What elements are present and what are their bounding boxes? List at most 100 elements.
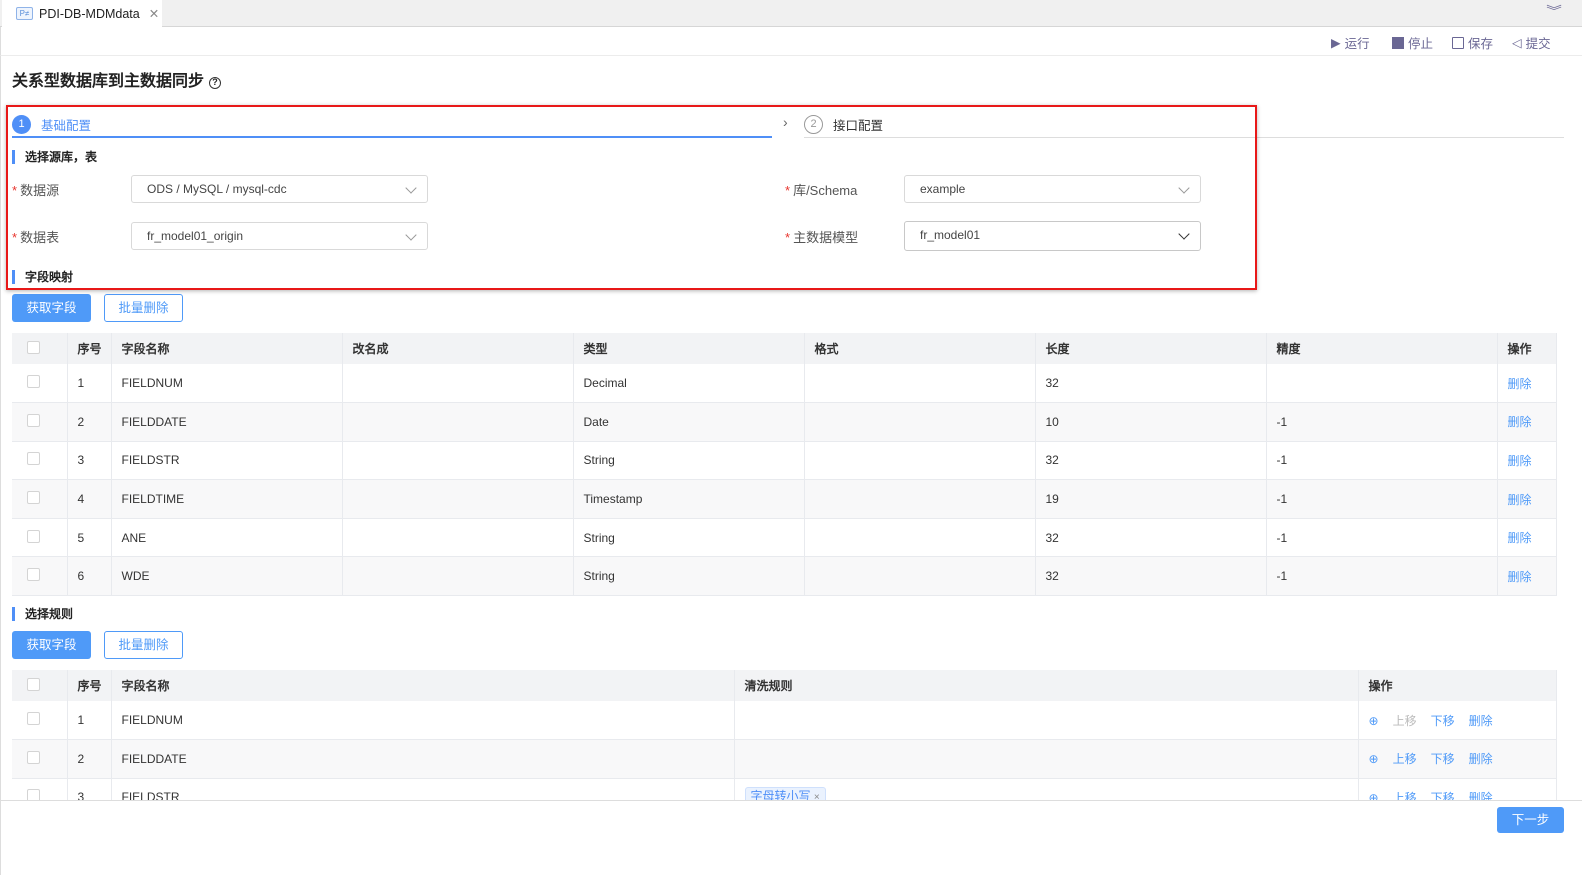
rename-cell[interactable] [342,364,574,404]
row-number: 6 [67,556,112,597]
select-all-checkbox[interactable] [27,340,40,354]
rename-cell[interactable] [342,402,574,442]
delete-link[interactable]: 删除 [1508,570,1532,584]
model-label: * 主数据模型 [785,230,859,245]
add-circle-icon[interactable]: ⊕ [1369,791,1379,800]
format-cell [804,556,1036,597]
batch-delete-button[interactable]: 批量删除 [104,631,183,659]
row-checkbox[interactable] [27,491,40,505]
table-row: 4 FIELDTIME Timestamp 19 -1 删除 [12,479,1557,519]
row-checkbox[interactable] [27,375,40,389]
stop-icon [1392,36,1404,49]
footer-bar: 下一步 [0,800,1582,875]
rename-cell[interactable] [342,441,574,481]
close-icon[interactable]: ✕ [149,6,159,21]
stop-label: 停止 [1408,37,1434,51]
precision-cell: -1 [1266,441,1498,481]
table-row: 3 FIELDSTR 字母转小写 × ⊕ 上移 下移 删除 [12,778,1557,800]
row-number: 1 [67,701,112,741]
run-button[interactable]: ▶ 运行 [1331,33,1370,52]
column-header: 序号 [67,670,112,701]
move-down-link[interactable]: 下移 [1431,752,1455,766]
delete-link[interactable]: 删除 [1469,791,1493,800]
delete-link[interactable]: 删除 [1508,493,1532,507]
row-number: 3 [67,778,112,800]
delete-link[interactable]: 删除 [1469,752,1493,766]
rename-cell[interactable] [342,556,574,597]
fetch-fields-button[interactable]: 获取字段 [12,631,91,659]
save-button[interactable]: 保存 [1452,33,1493,52]
stop-button[interactable]: 停止 [1392,33,1433,52]
row-checkbox[interactable] [27,529,40,543]
table-row: 1 FIELDNUM Decimal 32 删除 [12,364,1557,404]
select-all-checkbox[interactable] [27,677,40,691]
length-cell: 32 [1035,441,1267,481]
mapping-table: 序号 字段名称 改名成 类型 格式 长度 精度 操作 1 FIELDNUM De… [12,333,1557,597]
delete-link[interactable]: 删除 [1508,454,1532,468]
rename-cell[interactable] [342,518,574,558]
submit-button[interactable]: ◁ 提交 [1512,33,1551,52]
chevron-down-icon [1178,228,1190,240]
tab-title: PDI-DB-MDMdata [39,6,140,21]
schema-select[interactable]: example [904,175,1201,203]
field-name: FIELDDATE [111,739,735,779]
row-checkbox[interactable] [27,452,40,466]
delete-link[interactable]: 删除 [1508,415,1532,429]
column-header: 改名成 [342,333,574,364]
fetch-fields-button[interactable]: 获取字段 [12,294,91,322]
rule-cell[interactable] [734,739,1359,779]
section-title-mapping: 字段映射 [12,270,73,284]
rule-cell[interactable] [734,701,1359,741]
table-select[interactable]: fr_model01_origin [131,222,428,250]
field-name: ANE [111,518,343,558]
move-up-link[interactable]: 上移 [1393,752,1417,766]
row-checkbox[interactable] [27,712,40,726]
row-checkbox[interactable] [27,413,40,427]
run-label: 运行 [1344,37,1370,51]
model-value: fr_model01 [920,228,981,242]
delete-link[interactable]: 删除 [1469,714,1493,728]
table-row: 1 FIELDNUM ⊕ 上移 下移 删除 [12,701,1557,741]
rules-table: 序号 字段名称 清洗规则 操作 1 FIELDNUM ⊕ 上移 下移 删除 2 FIE… [12,670,1557,800]
rule-cell[interactable]: 字母转小写 × [734,778,1359,800]
add-circle-icon[interactable]: ⊕ [1369,714,1379,728]
step-2[interactable]: 2 接口配置 [804,112,1564,138]
page-title-text: 关系型数据库到主数据同步 [12,73,205,90]
rename-cell[interactable] [342,479,574,519]
datasource-select[interactable]: ODS / MySQL / mysql-cdc [131,175,428,203]
table-row: 5 ANE String 32 -1 删除 [12,518,1557,558]
page-title: 关系型数据库到主数据同步? [12,67,222,91]
row-number: 2 [67,739,112,779]
delete-link[interactable]: 删除 [1508,377,1532,391]
row-checkbox[interactable] [27,750,40,764]
add-circle-icon[interactable]: ⊕ [1369,752,1379,766]
step-label: 基础配置 [41,118,92,133]
row-checkbox[interactable] [27,568,40,582]
move-down-link[interactable]: 下移 [1431,791,1455,800]
field-name: FIELDSTR [111,441,343,481]
send-icon: ◁ [1512,36,1522,50]
chevron-right-icon: › [783,114,788,130]
length-cell: 32 [1035,518,1267,558]
next-step-button[interactable]: 下一步 [1497,807,1564,833]
row-checkbox[interactable] [27,789,40,800]
batch-delete-button[interactable]: 批量删除 [104,294,183,322]
delete-link[interactable]: 删除 [1508,531,1532,545]
type-cell: String [573,556,805,597]
length-cell: 32 [1035,556,1267,597]
precision-cell: -1 [1266,479,1498,519]
tab-pdi-db-mdmdata[interactable]: P≠ PDI-DB-MDMdata ✕ [2,0,162,27]
step-number: 1 [12,114,31,134]
close-icon[interactable]: × [814,792,820,800]
model-select[interactable]: fr_model01 [904,221,1201,251]
save-icon [1452,36,1464,49]
field-name: FIELDNUM [111,364,343,404]
section-title-rules: 选择规则 [12,607,73,621]
field-name: FIELDNUM [111,701,735,741]
column-header: 格式 [804,333,1036,364]
help-icon[interactable]: ? [209,77,222,89]
chevron-double-down-icon[interactable]: ︾ [1546,2,1562,19]
step-1[interactable]: 1 基础配置 [12,112,772,138]
move-down-link[interactable]: 下移 [1431,714,1455,728]
move-up-link[interactable]: 上移 [1393,791,1417,800]
